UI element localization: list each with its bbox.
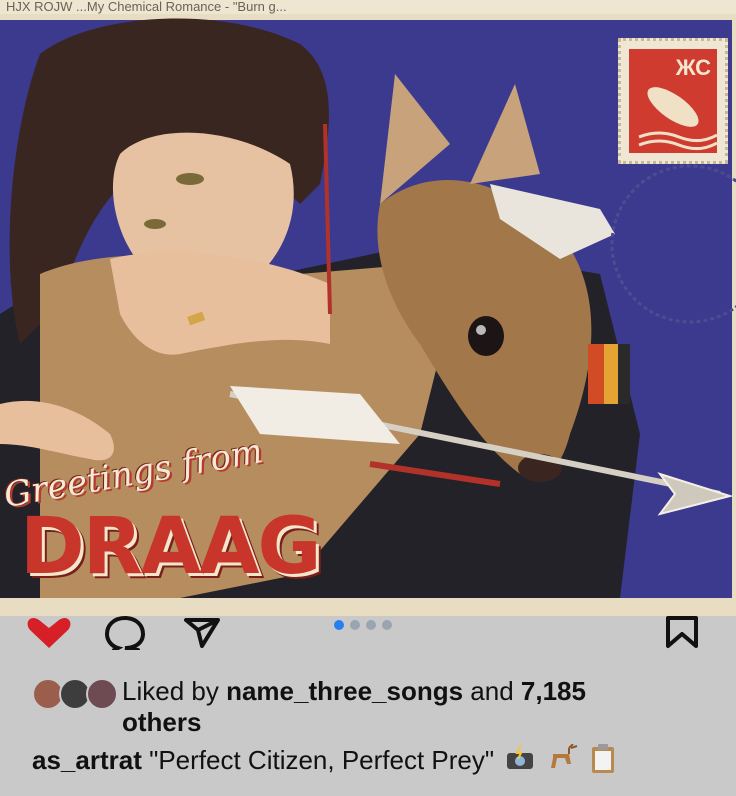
post-action-bar bbox=[0, 606, 736, 662]
clipboard-icon bbox=[590, 743, 616, 782]
comment-icon[interactable] bbox=[104, 616, 146, 655]
carousel-dot-active bbox=[334, 620, 344, 630]
likes-text: Liked by name_three_songs and 7,185 bbox=[122, 676, 722, 707]
stamp-fish-icon: ЖС bbox=[629, 49, 717, 153]
likes-others[interactable]: others bbox=[122, 707, 722, 738]
postage-stamp: ЖС bbox=[618, 38, 728, 164]
liker-avatars[interactable] bbox=[32, 678, 118, 712]
post-caption: as_artrat "Perfect Citizen, Perfect Prey… bbox=[32, 742, 722, 782]
postcard-title-text: DRAAG bbox=[20, 502, 322, 592]
caption-username[interactable]: as_artrat bbox=[32, 745, 142, 775]
heart-filled-icon[interactable] bbox=[26, 618, 72, 653]
caption-text: "Perfect Citizen, Perfect Prey" bbox=[149, 745, 495, 775]
previous-post-caption-strip: HJX ROJW ...My Chemical Romance - "Burn … bbox=[0, 0, 736, 14]
likes-count[interactable]: 7,185 bbox=[521, 676, 586, 706]
likes-middle: and bbox=[463, 676, 521, 706]
avatar[interactable] bbox=[86, 678, 118, 710]
carousel-dot bbox=[366, 620, 376, 630]
camera-flash-icon bbox=[505, 744, 535, 780]
previous-post-caption-text: HJX ROJW ...My Chemical Romance - "Burn … bbox=[6, 0, 287, 14]
liker-username[interactable]: name_three_songs bbox=[226, 676, 463, 706]
send-icon[interactable] bbox=[184, 616, 220, 653]
likes-prefix: Liked by bbox=[122, 676, 227, 706]
carousel-dot bbox=[350, 620, 360, 630]
stamp-text: ЖС bbox=[675, 55, 711, 80]
deer-icon bbox=[547, 742, 579, 781]
likes-summary[interactable]: Liked by name_three_songs and 7,185 othe… bbox=[32, 676, 722, 738]
carousel-dot bbox=[382, 620, 392, 630]
post-image[interactable]: ЖС Greetings from DRAAG bbox=[0, 14, 736, 616]
bookmark-icon[interactable] bbox=[664, 614, 700, 655]
carousel-indicator bbox=[334, 620, 392, 630]
